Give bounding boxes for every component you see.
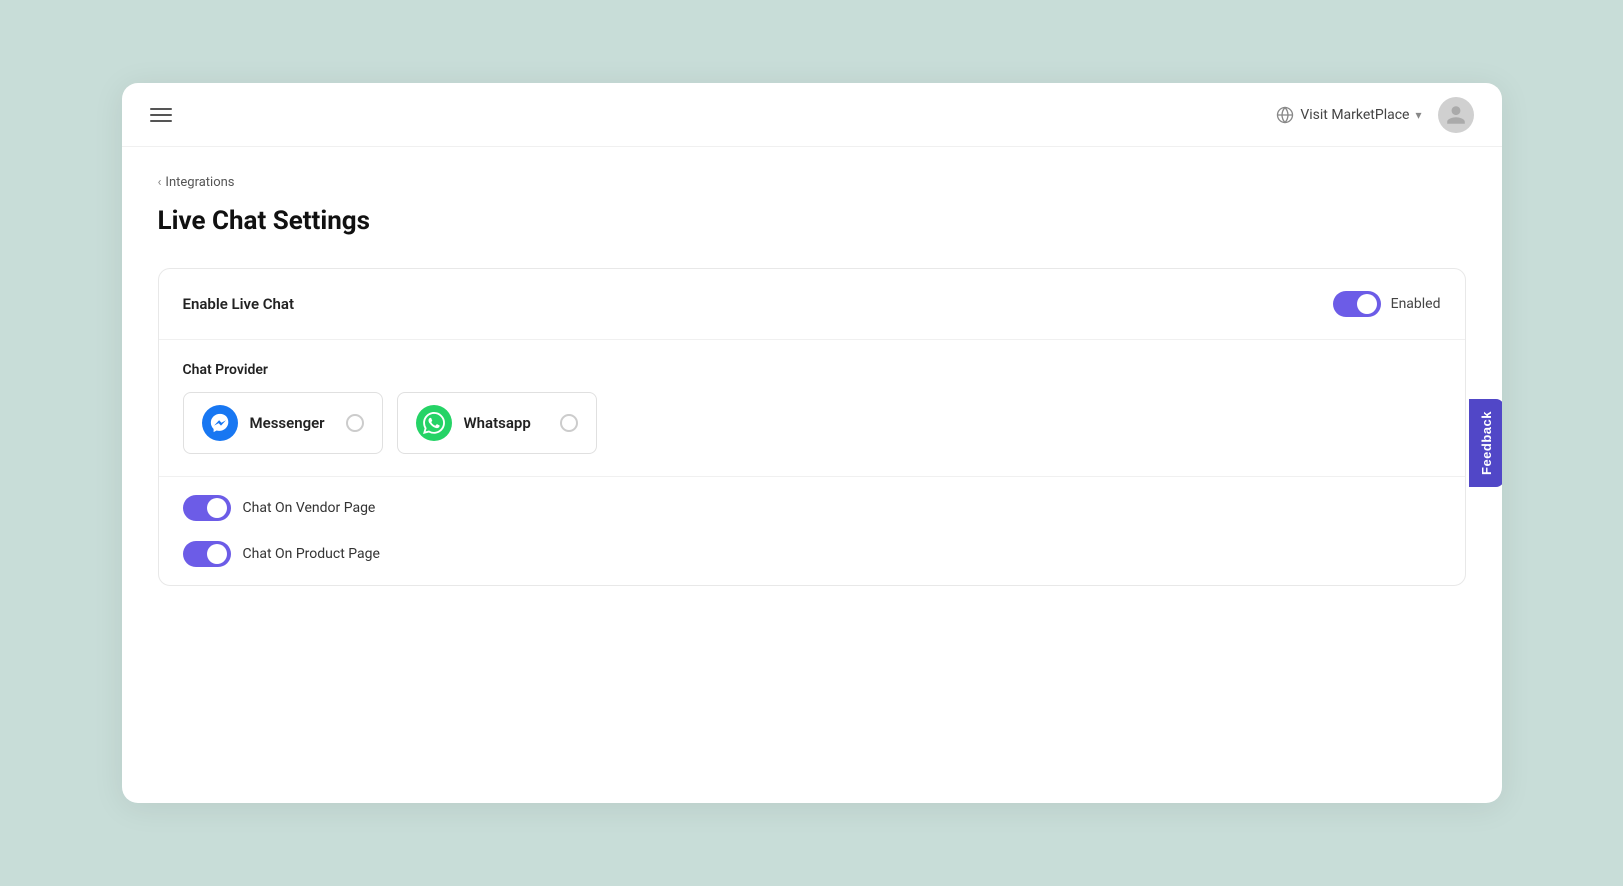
whatsapp-radio[interactable] xyxy=(560,414,578,432)
product-toggle-slider xyxy=(183,541,231,567)
enable-live-chat-toggle-wrapper: Enabled xyxy=(1333,291,1441,317)
toggle-slider xyxy=(1333,291,1381,317)
product-page-label: Chat On Product Page xyxy=(243,546,380,562)
marketplace-link[interactable]: Visit MarketPlace ▾ xyxy=(1276,106,1421,124)
globe-icon xyxy=(1276,106,1294,124)
provider-options: Messenger Whatsapp xyxy=(183,392,1441,454)
messenger-provider-card[interactable]: Messenger xyxy=(183,392,383,454)
chat-provider-label: Chat Provider xyxy=(183,362,1441,378)
main-content: ‹ Integrations Live Chat Settings Enable… xyxy=(122,147,1502,614)
chevron-down-icon: ▾ xyxy=(1415,108,1421,122)
messenger-icon-bg xyxy=(202,405,238,441)
breadcrumb-integrations-link[interactable]: Integrations xyxy=(165,175,234,190)
vendor-page-label: Chat On Vendor Page xyxy=(243,500,376,516)
header: Visit MarketPlace ▾ xyxy=(122,83,1502,147)
product-page-toggle[interactable] xyxy=(183,541,231,567)
breadcrumb: ‹ Integrations xyxy=(158,175,1466,190)
messenger-label: Messenger xyxy=(250,414,334,432)
app-window: Visit MarketPlace ▾ ‹ Integrations Live … xyxy=(122,83,1502,803)
hamburger-menu-button[interactable] xyxy=(150,108,172,122)
chat-provider-section: Chat Provider Messenger xyxy=(159,340,1465,477)
whatsapp-provider-card[interactable]: Whatsapp xyxy=(397,392,597,454)
vendor-page-toggle[interactable] xyxy=(183,495,231,521)
whatsapp-label: Whatsapp xyxy=(464,414,548,432)
header-right: Visit MarketPlace ▾ xyxy=(1276,97,1473,133)
breadcrumb-chevron-icon: ‹ xyxy=(158,175,162,190)
avatar-icon xyxy=(1445,104,1467,126)
vendor-toggle-slider xyxy=(183,495,231,521)
messenger-icon xyxy=(209,412,231,434)
feedback-button[interactable]: Feedback xyxy=(1469,399,1502,487)
user-avatar[interactable] xyxy=(1438,97,1474,133)
marketplace-label: Visit MarketPlace xyxy=(1300,107,1409,123)
enable-live-chat-row: Enable Live Chat Enabled xyxy=(159,269,1465,340)
page-title: Live Chat Settings xyxy=(158,206,1466,236)
whatsapp-icon-bg xyxy=(416,405,452,441)
enable-live-chat-status: Enabled xyxy=(1391,296,1441,312)
product-page-row: Chat On Product Page xyxy=(159,531,1465,585)
settings-card: Enable Live Chat Enabled Chat Provider xyxy=(158,268,1466,586)
vendor-page-row: Chat On Vendor Page xyxy=(159,477,1465,531)
whatsapp-icon xyxy=(423,412,445,434)
messenger-radio[interactable] xyxy=(346,414,364,432)
enable-live-chat-label: Enable Live Chat xyxy=(183,295,295,313)
enable-live-chat-toggle[interactable] xyxy=(1333,291,1381,317)
